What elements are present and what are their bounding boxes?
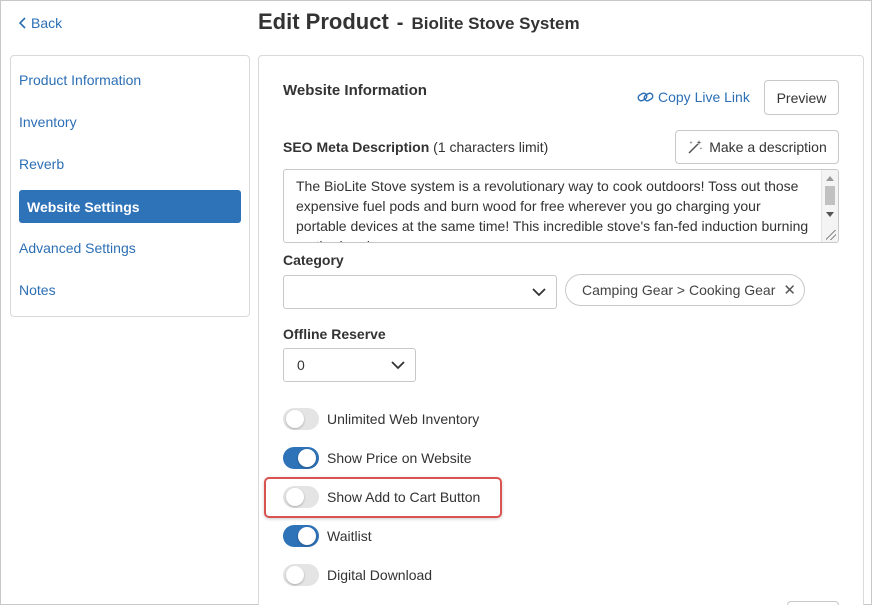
page-title: Edit Product - Biolite Stove System (258, 9, 580, 35)
show-add-to-cart-toggle[interactable] (283, 486, 319, 508)
show-price-toggle[interactable] (283, 447, 319, 469)
sidebar-item-advanced-settings[interactable]: Advanced Settings (19, 231, 241, 264)
sidebar-item-website-settings[interactable]: Website Settings (19, 190, 241, 223)
chevron-down-icon (532, 288, 546, 297)
seo-meta-description-textarea[interactable]: The BioLite Stove system is a revolution… (283, 169, 839, 243)
link-icon (637, 92, 654, 102)
toggle-label: Waitlist (327, 528, 372, 544)
toggle-knob (298, 527, 316, 545)
offline-reserve-value: 0 (297, 357, 305, 373)
make-description-button[interactable]: Make a description (675, 130, 839, 164)
toggle-label: Unlimited Web Inventory (327, 411, 480, 427)
category-select[interactable] (283, 275, 557, 309)
toggle-row-unlimited-web-inventory: Unlimited Web Inventory (283, 406, 479, 432)
offline-reserve-select[interactable]: 0 (283, 348, 416, 382)
seo-limit-hint: (1 characters limit) (433, 139, 549, 155)
toggle-knob (286, 566, 304, 584)
toggle-row-show-price: Show Price on Website (283, 445, 471, 471)
section-title: Website Information (283, 82, 427, 99)
page-title-main: Edit Product (258, 9, 389, 34)
sidebar-item-label: Notes (19, 281, 56, 298)
category-tag-label: Camping Gear > Cooking Gear (582, 282, 776, 298)
toggle-label: Show Price on Website (327, 450, 472, 466)
offline-reserve-label: Offline Reserve (283, 326, 386, 342)
copy-live-link[interactable]: Copy Live Link (637, 89, 750, 105)
sidebar-item-label: Advanced Settings (19, 239, 136, 256)
resize-grip-icon[interactable] (826, 230, 836, 240)
sidebar-item-label: Website Settings (27, 198, 140, 215)
seo-meta-description-text: The BioLite Stove system is a revolution… (296, 178, 809, 242)
toggle-knob (298, 449, 316, 467)
toggle-row-waitlist: Waitlist (283, 523, 372, 549)
sidebar-item-inventory[interactable]: Inventory (19, 105, 241, 138)
sidebar: Product Information Inventory Reverb Web… (10, 55, 250, 317)
toggle-row-show-add-to-cart: Show Add to Cart Button (283, 484, 480, 510)
chevron-down-icon (391, 361, 405, 370)
sidebar-item-label: Product Information (19, 71, 142, 88)
scroll-down-arrow-icon[interactable] (826, 212, 834, 217)
back-label: Back (31, 15, 63, 31)
sidebar-item-label: Reverb (19, 155, 65, 172)
chevron-left-icon (18, 17, 26, 29)
toggle-row-digital-download: Digital Download (283, 562, 432, 588)
scroll-thumb[interactable] (825, 186, 835, 205)
category-label: Category (283, 252, 344, 268)
back-link[interactable]: Back (18, 15, 62, 31)
product-name: Biolite Stove System (411, 14, 580, 33)
sidebar-item-notes[interactable]: Notes (19, 273, 241, 306)
toggle-knob (286, 488, 304, 506)
waitlist-toggle[interactable] (283, 525, 319, 547)
copy-live-link-label: Copy Live Link (658, 89, 750, 105)
toggle-knob (286, 410, 304, 428)
close-icon[interactable]: ✕ (783, 281, 796, 299)
website-information-panel: Website Information Copy Live Link Previ… (258, 55, 864, 605)
scroll-up-arrow-icon[interactable] (826, 176, 834, 181)
bottom-button-partial[interactable] (787, 601, 839, 605)
sidebar-item-label: Inventory (19, 113, 77, 130)
digital-download-toggle[interactable] (283, 564, 319, 586)
make-description-label: Make a description (709, 139, 827, 155)
seo-meta-description-label: SEO Meta Description (1 characters limit… (283, 139, 548, 155)
toggle-label: Show Add to Cart Button (327, 489, 481, 505)
sidebar-item-product-information[interactable]: Product Information (19, 63, 241, 96)
preview-button[interactable]: Preview (764, 80, 839, 115)
seo-label-text: SEO Meta Description (283, 139, 430, 155)
magic-wand-icon (688, 140, 703, 154)
toggle-label: Digital Download (327, 567, 433, 583)
page-title-separator: - (396, 12, 404, 34)
unlimited-web-inventory-toggle[interactable] (283, 408, 319, 430)
sidebar-item-reverb[interactable]: Reverb (19, 147, 241, 180)
category-tag: Camping Gear > Cooking Gear ✕ (565, 274, 805, 306)
